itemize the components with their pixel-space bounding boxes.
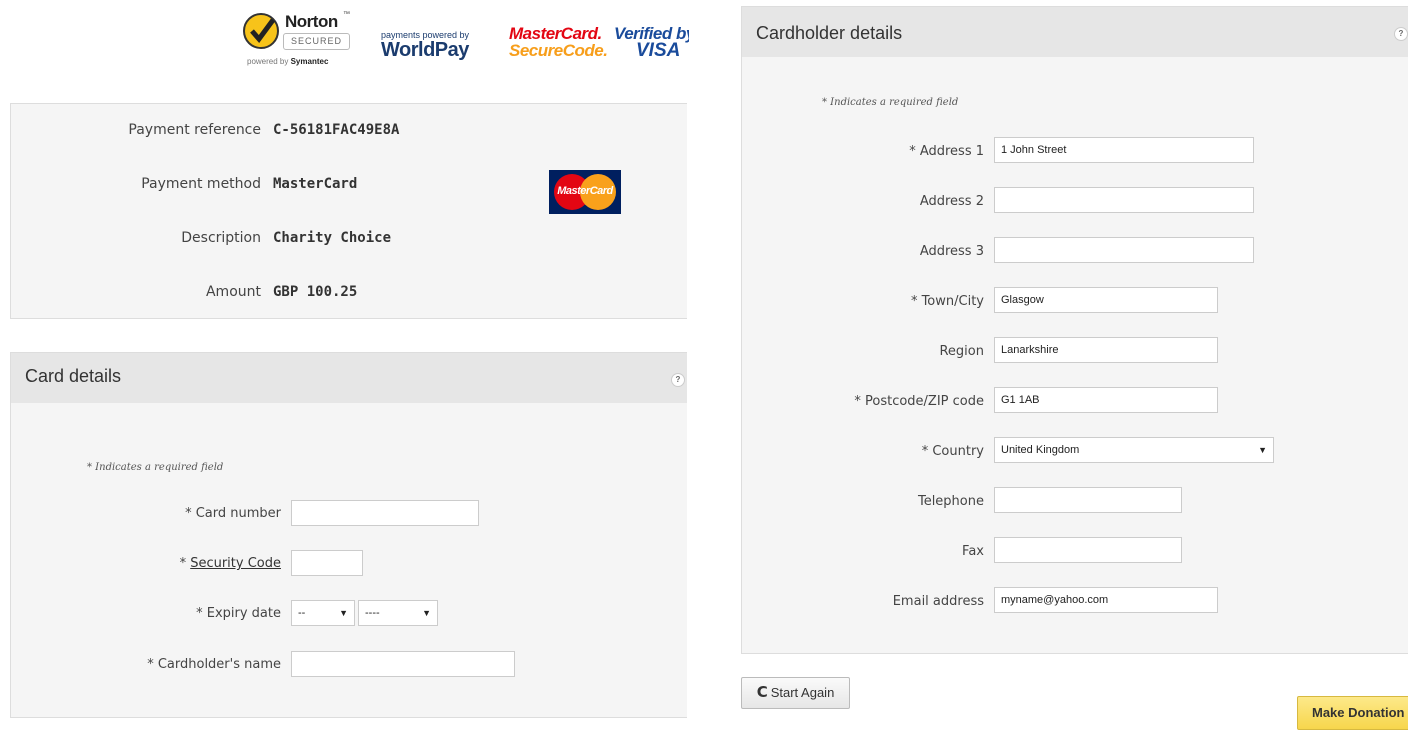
norton-secured-label: SECURED bbox=[283, 33, 350, 50]
description-label: Description bbox=[181, 230, 261, 246]
cardholder-name-input[interactable] bbox=[291, 651, 515, 677]
security-code-label: * Security Code bbox=[179, 556, 281, 571]
security-code-input[interactable] bbox=[291, 550, 363, 576]
make-donation-button[interactable]: Make Donation bbox=[1297, 696, 1408, 730]
address2-input[interactable] bbox=[994, 187, 1254, 213]
fax-label: Fax bbox=[962, 544, 984, 559]
security-code-link[interactable]: Security Code bbox=[190, 556, 281, 571]
expiry-year-select[interactable]: ---- bbox=[358, 600, 438, 626]
required-field-note: * Indicates a required field bbox=[822, 97, 959, 108]
town-city-label: * Town/City bbox=[910, 294, 984, 309]
payment-reference-value: C-56181FAC49E8A bbox=[273, 122, 400, 138]
country-label: * Country bbox=[921, 444, 984, 459]
postcode-input[interactable]: G1 1AB bbox=[994, 387, 1218, 413]
worldpay-logo: payments powered by WorldPay bbox=[381, 30, 469, 62]
address3-label: Address 3 bbox=[919, 244, 984, 259]
norton-name: Norton bbox=[285, 12, 338, 31]
norton-powered-by: powered by Symantec bbox=[247, 57, 329, 66]
worldpay-name: WorldPay bbox=[381, 39, 469, 61]
description-value: Charity Choice bbox=[273, 230, 392, 246]
region-label: Region bbox=[939, 344, 984, 359]
payment-reference-label: Payment reference bbox=[128, 122, 261, 138]
expiry-date-label: * Expiry date bbox=[196, 606, 281, 621]
card-details-title: Card details bbox=[25, 366, 122, 386]
card-number-label: * Card number bbox=[185, 506, 281, 521]
payment-method-value: MasterCard bbox=[273, 176, 358, 192]
payment-method-label: Payment method bbox=[141, 176, 261, 192]
start-again-button[interactable]: C Start Again bbox=[741, 677, 850, 709]
address2-label: Address 2 bbox=[919, 194, 984, 209]
help-icon[interactable]: ? bbox=[671, 373, 685, 387]
amount-value: GBP 100.25 bbox=[273, 284, 358, 300]
cardholder-name-label: * Cardholder's name bbox=[147, 657, 281, 672]
start-again-label: Start Again bbox=[770, 685, 835, 700]
telephone-input[interactable] bbox=[994, 487, 1182, 513]
fax-input[interactable] bbox=[994, 537, 1182, 563]
email-input[interactable]: myname@yahoo.com bbox=[994, 587, 1218, 613]
card-number-input[interactable] bbox=[291, 500, 479, 526]
refresh-icon: C bbox=[756, 683, 768, 701]
verified-by-visa-logo: Verified by VISA bbox=[614, 24, 689, 61]
expiry-month-select[interactable]: -- bbox=[291, 600, 355, 626]
mastercard-logo: MasterCard bbox=[549, 170, 621, 214]
address1-label: * Address 1 bbox=[909, 144, 984, 159]
checkmark-icon bbox=[243, 13, 279, 49]
email-label: Email address bbox=[892, 594, 984, 609]
payment-summary: Payment reference C-56181FAC49E8A Paymen… bbox=[10, 103, 687, 319]
postcode-label: * Postcode/ZIP code bbox=[854, 394, 984, 409]
address3-input[interactable] bbox=[994, 237, 1254, 263]
mastercard-securecode-logo: MasterCard. SecureCode. bbox=[509, 24, 608, 60]
norton-secured-logo: Norton ™ SECURED powered by Symantec bbox=[243, 11, 363, 73]
card-details-panel: Card details ? * Indicates a required fi… bbox=[10, 352, 687, 718]
country-select[interactable]: United Kingdom bbox=[994, 437, 1274, 463]
cardholder-details-panel: Cardholder details ? * Indicates a requi… bbox=[741, 6, 1408, 654]
help-icon[interactable]: ? bbox=[1394, 27, 1408, 41]
telephone-label: Telephone bbox=[917, 494, 984, 509]
cardholder-details-header: Cardholder details ? bbox=[742, 7, 1408, 57]
address1-input[interactable]: 1 John Street bbox=[994, 137, 1254, 163]
cardholder-details-title: Cardholder details bbox=[756, 23, 903, 43]
card-details-header: Card details ? bbox=[11, 353, 687, 403]
town-city-input[interactable]: Glasgow bbox=[994, 287, 1218, 313]
region-input[interactable]: Lanarkshire bbox=[994, 337, 1218, 363]
required-field-note: * Indicates a required field bbox=[87, 462, 224, 473]
amount-label: Amount bbox=[205, 284, 261, 300]
